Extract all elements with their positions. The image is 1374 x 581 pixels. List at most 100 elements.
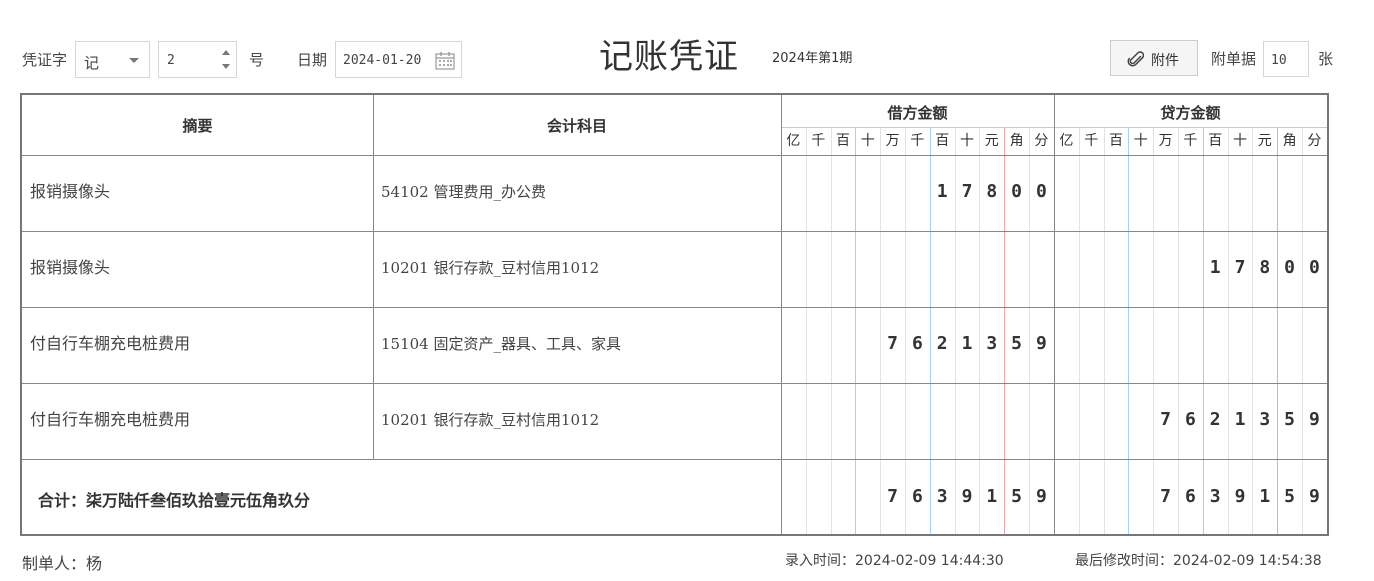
row-summary[interactable]: 付自行车棚充电桩费用 — [30, 334, 190, 354]
unit-header: 千 — [1084, 133, 1099, 149]
debit-amount-digit: 0 — [1011, 181, 1022, 202]
debit-amount-digit: 7 — [887, 333, 898, 354]
voucher-word-value: 记 — [84, 54, 100, 72]
total-credit-digit: 1 — [1259, 486, 1271, 507]
total-debit-digit: 9 — [1035, 486, 1047, 507]
grid-line — [22, 459, 1327, 460]
grid-line — [22, 155, 1327, 156]
unit-header: 万 — [885, 133, 900, 149]
modified-time: 最后修改时间：2024-02-09 14:54:38 — [1075, 553, 1322, 569]
unit-header: 分 — [1034, 133, 1049, 149]
row-account[interactable]: 10201 银行存款_豆村信用1012 — [381, 410, 599, 430]
unit-header: 百 — [1108, 133, 1123, 149]
page-title: 记账凭证 — [599, 37, 739, 77]
attachment-button[interactable]: 附件 — [1110, 40, 1198, 76]
grid-line — [805, 127, 807, 534]
grid-line — [781, 95, 782, 534]
unit-header: 百 — [835, 133, 850, 149]
total-debit-digit: 1 — [986, 486, 998, 507]
unit-header: 元 — [1257, 133, 1272, 149]
maker-label: 制单人：杨 — [22, 554, 103, 573]
unit-header: 百 — [1208, 133, 1223, 149]
unit-header: 千 — [910, 133, 925, 149]
row-summary[interactable]: 付自行车棚充电桩费用 — [30, 410, 190, 430]
grid-line — [1202, 127, 1204, 534]
voucher-word-select[interactable]: 记 — [75, 41, 150, 78]
unit-header: 角 — [1009, 133, 1024, 149]
grid-line — [1302, 127, 1303, 534]
debit-amount-digit: 9 — [1035, 333, 1047, 354]
attachment-count-input[interactable]: 10 — [1263, 41, 1309, 77]
unit-header: 元 — [984, 133, 999, 149]
total-amount-words: 合计：柒万陆仟叁佰玖拾壹元伍角玖分 — [38, 491, 311, 510]
entry-time: 录入时间：2024-02-09 14:44:30 — [785, 553, 1004, 569]
credit-amount-digit: 2 — [1209, 409, 1221, 430]
grid-line — [855, 127, 857, 534]
attachment-button-label: 附件 — [1151, 53, 1179, 69]
total-debit-digit: 6 — [911, 486, 923, 507]
row-summary[interactable]: 报销摄像头 — [30, 258, 110, 278]
column-header-credit: 贷方金额 — [1160, 104, 1221, 122]
grid-line — [905, 127, 906, 534]
grid-line — [1128, 127, 1130, 534]
unit-header: 千 — [811, 133, 826, 149]
attachment-count-unit: 张 — [1318, 50, 1334, 68]
attachment-count-value: 10 — [1271, 53, 1287, 68]
credit-amount-digit: 7 — [1234, 257, 1246, 278]
grid-line — [1178, 127, 1179, 534]
debit-amount-digit: 5 — [1011, 333, 1022, 354]
grid-line — [880, 127, 882, 534]
grid-line — [1227, 127, 1229, 534]
date-input[interactable]: 2024-01-20 — [335, 41, 462, 78]
unit-header: 亿 — [786, 133, 801, 149]
debit-amount-digit: 1 — [936, 181, 948, 202]
unit-header: 十 — [959, 133, 974, 149]
grid-line — [1252, 127, 1254, 534]
unit-header: 分 — [1307, 133, 1322, 149]
paperclip-icon — [1127, 51, 1144, 67]
unit-header: 十 — [860, 133, 875, 149]
debit-amount-digit: 8 — [986, 181, 998, 202]
column-header-summary: 摘要 — [182, 117, 213, 135]
row-summary[interactable]: 报销摄像头 — [30, 182, 110, 202]
credit-amount-digit: 3 — [1259, 409, 1271, 430]
unit-header: 角 — [1282, 133, 1297, 149]
attachment-count-label: 附单据 — [1211, 50, 1257, 68]
credit-amount-digit: 1 — [1234, 409, 1246, 430]
grid-line — [373, 95, 374, 459]
unit-header: 十 — [1133, 133, 1148, 149]
credit-amount-digit: 1 — [1209, 257, 1221, 278]
unit-header: 百 — [935, 133, 950, 149]
stepper-up-icon[interactable] — [222, 50, 230, 55]
debit-amount-digit: 1 — [961, 333, 973, 354]
grid-line — [830, 127, 832, 534]
credit-amount-digit: 0 — [1284, 257, 1295, 278]
voucher-word-label: 凭证字 — [22, 51, 68, 69]
grid-line — [22, 383, 1327, 384]
grid-line — [1054, 95, 1055, 534]
grid-line — [22, 231, 1327, 232]
row-account[interactable]: 10201 银行存款_豆村信用1012 — [381, 258, 599, 278]
credit-amount-digit: 0 — [1308, 257, 1320, 278]
grid-line — [1277, 127, 1279, 534]
unit-header: 十 — [1232, 133, 1247, 149]
period-label: 2024年第1期 — [772, 51, 853, 66]
total-debit-digit: 7 — [887, 486, 898, 507]
debit-amount-digit: 2 — [936, 333, 948, 354]
credit-amount-digit: 9 — [1308, 409, 1320, 430]
row-account[interactable]: 15104 固定资产_器具、工具、家具 — [381, 334, 621, 354]
total-credit-digit: 3 — [1209, 486, 1221, 507]
voucher-number-stepper[interactable]: 2 — [158, 41, 237, 78]
total-debit-digit: 9 — [961, 486, 973, 507]
stepper-down-icon[interactable] — [222, 64, 230, 69]
voucher-table: 摘要 会计科目 借方金额 贷方金额 报销摄像头 54102 管理费用_办公费 报… — [20, 93, 1329, 536]
unit-header: 亿 — [1059, 133, 1074, 149]
total-credit-digit: 9 — [1234, 486, 1246, 507]
credit-amount-digit: 6 — [1184, 409, 1196, 430]
debit-amount-digit: 0 — [1035, 181, 1047, 202]
calendar-icon[interactable] — [435, 51, 455, 70]
date-label: 日期 — [297, 51, 328, 69]
row-account[interactable]: 54102 管理费用_办公费 — [381, 182, 546, 202]
total-credit-digit: 6 — [1184, 486, 1196, 507]
chevron-down-icon[interactable] — [129, 58, 139, 63]
